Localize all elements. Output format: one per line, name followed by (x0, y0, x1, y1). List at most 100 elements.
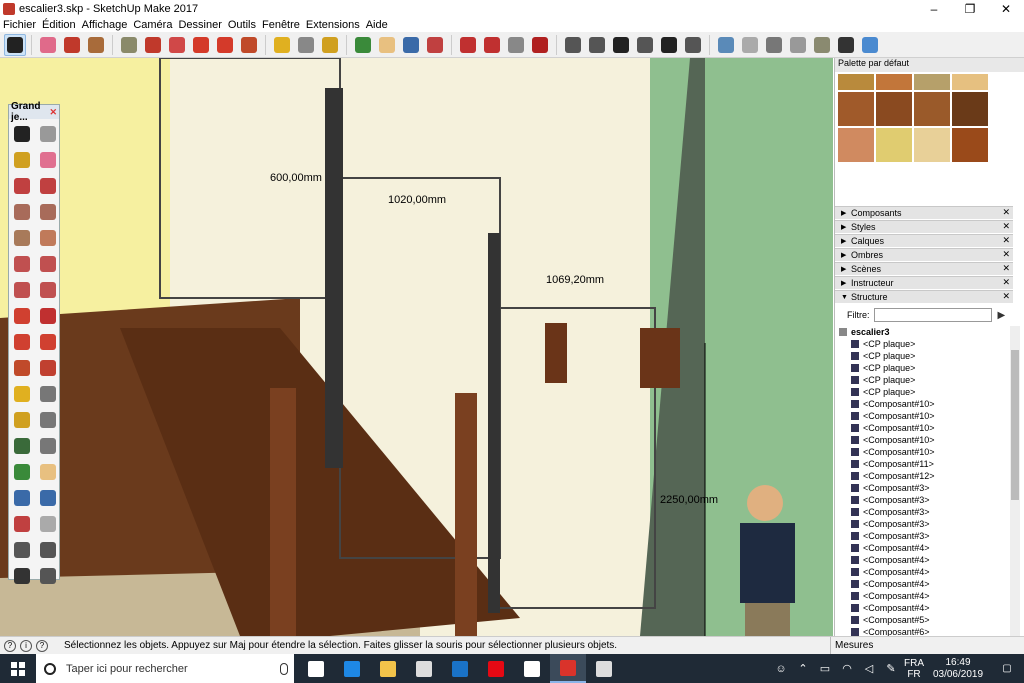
scale-tool-button[interactable] (238, 34, 260, 56)
rotate-tool-button[interactable] (10, 330, 34, 354)
orbit-tool-button[interactable] (352, 34, 374, 56)
material-swatch[interactable] (876, 74, 912, 90)
wireframe-style-button[interactable] (739, 34, 761, 56)
eraser-tool-button[interactable] (36, 148, 60, 172)
orbit-tool-button[interactable] (10, 460, 34, 484)
credits-icon[interactable]: i (20, 639, 32, 652)
share-model-button[interactable] (505, 34, 527, 56)
language-indicator[interactable]: FRA FR (902, 658, 926, 680)
outliner-item[interactable]: <Composant#3> (835, 482, 1001, 494)
outliner-item[interactable]: <Composant#11> (835, 458, 1001, 470)
paint-bucket-tool-button[interactable] (319, 34, 341, 56)
material-swatch[interactable] (914, 74, 950, 90)
pan-tool-button[interactable] (36, 460, 60, 484)
follow-me-tool-button[interactable] (36, 330, 60, 354)
look-around-tool-button[interactable] (36, 538, 60, 562)
ruby-button[interactable] (529, 34, 551, 56)
outliner-item[interactable]: <Composant#10> (835, 422, 1001, 434)
eraser-tool-button[interactable] (37, 34, 59, 56)
move-tool-button[interactable] (190, 34, 212, 56)
outliner-root[interactable]: escalier3 (835, 326, 1001, 338)
store-taskbar-button[interactable] (406, 654, 442, 683)
battery-icon[interactable]: ▭ (814, 662, 836, 675)
scrollbar-thumb[interactable] (1011, 350, 1019, 500)
menu-extensions[interactable]: Extensions (303, 19, 363, 31)
front-view-button[interactable] (610, 34, 632, 56)
xray-style-button[interactable] (715, 34, 737, 56)
push-pull-tool-button[interactable] (36, 304, 60, 328)
arc3-tool-button[interactable] (10, 278, 34, 302)
outliner-item[interactable]: <Composant#4> (835, 590, 1001, 602)
outliner-item[interactable]: <Composant#4> (835, 602, 1001, 614)
menu-camera[interactable]: Caméra (130, 19, 175, 31)
3d-viewport[interactable]: 600,00mm 1020,00mm 1069,20mm 2250,00mm (0, 58, 833, 636)
file-explorer-taskbar-button[interactable] (370, 654, 406, 683)
pan-tool-button[interactable] (376, 34, 398, 56)
outliner-item[interactable]: <Composant#4> (835, 578, 1001, 590)
select-tool-button[interactable] (10, 122, 34, 146)
outlook-taskbar-button[interactable] (442, 654, 478, 683)
material-swatch[interactable] (914, 128, 950, 162)
zoom-tool-button[interactable] (10, 486, 34, 510)
tray-calques[interactable]: ▶ Calques ✕ (835, 234, 1013, 247)
outliner-item[interactable]: <Composant#4> (835, 554, 1001, 566)
outliner-item[interactable]: <Composant#5> (835, 614, 1001, 626)
tray-close-icon[interactable]: ✕ (1002, 263, 1010, 274)
tool-palette[interactable]: Grand je... ✕ (8, 101, 60, 584)
tray-ombres[interactable]: ▶ Ombres ✕ (835, 248, 1013, 261)
plus-taskbar-button[interactable] (514, 654, 550, 683)
tray-close-icon[interactable]: ✕ (1002, 207, 1010, 218)
hidden-line-style-button[interactable] (763, 34, 785, 56)
offset-tool-button[interactable] (36, 356, 60, 380)
tape-measure-tool-button[interactable] (271, 34, 293, 56)
edge-taskbar-button[interactable] (334, 654, 370, 683)
rotated-rectangle-tool-button[interactable] (36, 200, 60, 224)
chevron-up-icon[interactable]: ⌃ (792, 662, 814, 675)
rotate-tool-button[interactable] (214, 34, 236, 56)
menu-outils[interactable]: Outils (225, 19, 259, 31)
pencil-tool-button[interactable] (61, 34, 83, 56)
zoom-extents-tool-button[interactable] (10, 512, 34, 536)
pie-tool-button[interactable] (36, 278, 60, 302)
axes-tool-button[interactable] (10, 434, 34, 458)
material-swatch[interactable] (876, 92, 912, 126)
shapes-tool-button[interactable] (118, 34, 140, 56)
outliner-item[interactable]: <Composant#12> (835, 470, 1001, 482)
outliner-item[interactable]: <Composant#3> (835, 530, 1001, 542)
rectangle-tool-button[interactable] (10, 200, 34, 224)
restore-button[interactable]: ❐ (952, 0, 988, 18)
position-camera-tool-button[interactable] (10, 538, 34, 562)
dimension-tool-button[interactable] (36, 382, 60, 406)
zoom-window-tool-button[interactable] (36, 486, 60, 510)
make-component-tool-button[interactable] (36, 122, 60, 146)
wifi-icon[interactable]: ◠ (836, 662, 858, 675)
move-tool-button[interactable] (10, 304, 34, 328)
close-button[interactable]: ✕ (988, 0, 1024, 18)
microphone-icon[interactable] (280, 662, 288, 675)
arc-tool-button[interactable] (85, 34, 107, 56)
material-swatch[interactable] (838, 92, 874, 126)
palette-header[interactable]: Grand je... ✕ (9, 101, 59, 123)
tray-close-icon[interactable]: ✕ (1002, 249, 1010, 260)
menu-fichier[interactable]: Fichier (0, 19, 39, 31)
tray-close-icon[interactable]: ✕ (1002, 221, 1010, 232)
shaded-style-button[interactable] (787, 34, 809, 56)
photos-taskbar-button[interactable] (586, 654, 622, 683)
section-plane-tool-button[interactable] (36, 564, 60, 588)
palette-close-icon[interactable]: ✕ (49, 107, 59, 118)
polygon-tool-button[interactable] (36, 226, 60, 250)
start-button[interactable] (0, 654, 36, 683)
zoom-extents-tool-button[interactable] (424, 34, 446, 56)
arc2-tool-button[interactable] (36, 252, 60, 276)
follow-me-tool-button[interactable] (166, 34, 188, 56)
circle-tool-button[interactable] (10, 226, 34, 250)
monochrome-style-button[interactable] (835, 34, 857, 56)
outliner-item[interactable]: <Composant#10> (835, 446, 1001, 458)
3d-text-tool-button[interactable] (36, 434, 60, 458)
material-swatch[interactable] (952, 74, 988, 90)
material-swatch[interactable] (952, 128, 988, 162)
outliner-item[interactable]: <CP plaque> (835, 338, 1001, 350)
arc-tool-button[interactable] (10, 252, 34, 276)
outliner-item[interactable]: <CP plaque> (835, 362, 1001, 374)
outliner-item[interactable]: <Composant#3> (835, 518, 1001, 530)
